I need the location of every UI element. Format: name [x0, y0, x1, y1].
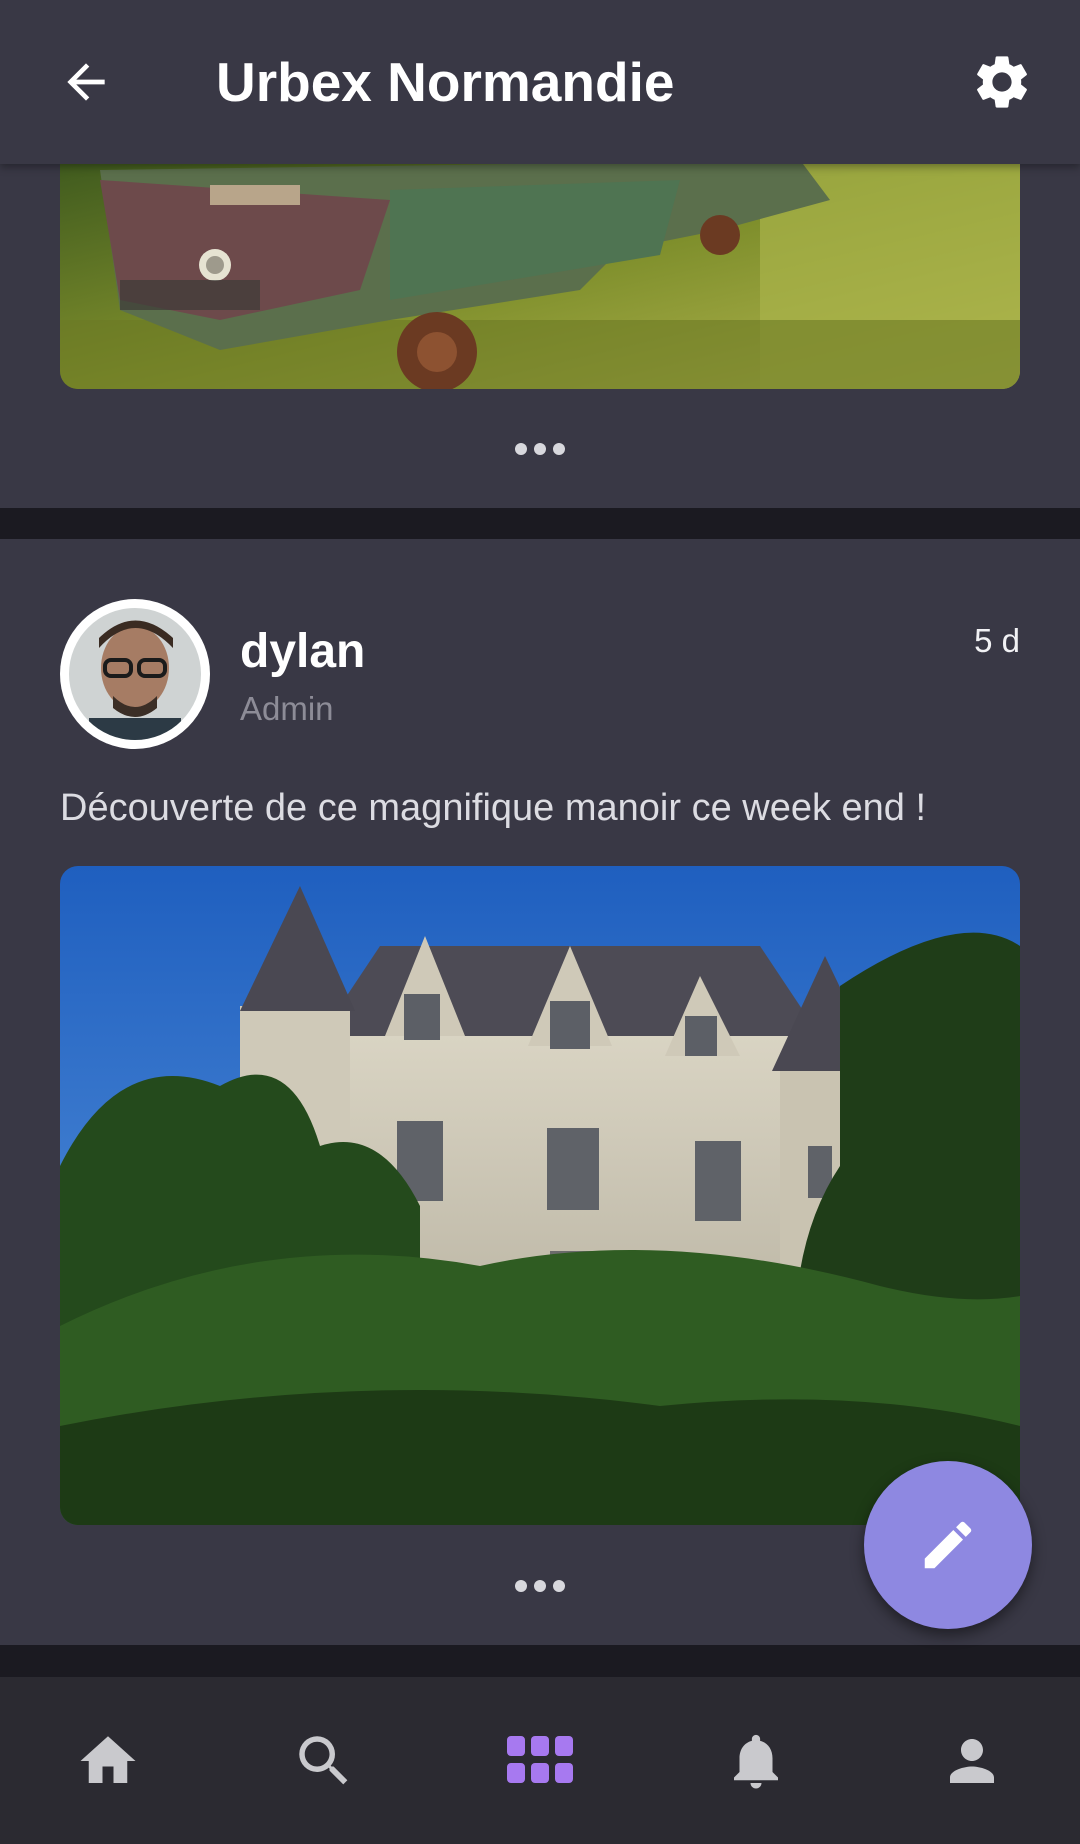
avatar-portrait-image — [69, 608, 201, 740]
dot — [534, 1580, 546, 1592]
author-avatar[interactable] — [60, 599, 210, 749]
person-icon — [950, 1738, 994, 1783]
bottom-navigation — [0, 1677, 1080, 1844]
dot — [515, 1580, 527, 1592]
settings-button[interactable] — [964, 44, 1040, 120]
home-icon — [80, 1735, 136, 1783]
dot — [553, 443, 565, 455]
back-button[interactable] — [50, 46, 122, 118]
app-bar: Urbex Normandie — [0, 0, 1080, 164]
nav-home[interactable] — [0, 1677, 216, 1844]
arrow-back-icon — [67, 63, 105, 101]
app-screen: dylan Admin 5 d Découverte de ce magnifi… — [0, 0, 1080, 1844]
dot — [534, 443, 546, 455]
post-image[interactable] — [60, 866, 1020, 1525]
post-image[interactable] — [60, 160, 1020, 389]
pencil-icon — [924, 1521, 972, 1569]
more-options-button[interactable] — [500, 427, 580, 471]
nav-search[interactable] — [216, 1677, 432, 1844]
nav-notifications[interactable] — [648, 1677, 864, 1844]
page-title: Urbex Normandie — [216, 51, 675, 113]
dot — [515, 443, 527, 455]
post-timestamp: 5 d — [974, 622, 1020, 659]
manor-photo — [60, 866, 1020, 1525]
nav-profile[interactable] — [864, 1677, 1080, 1844]
compose-post-button[interactable] — [864, 1461, 1032, 1629]
dot — [553, 1580, 565, 1592]
search-icon — [299, 1735, 348, 1784]
grid-icon — [507, 1735, 573, 1783]
bell-icon — [734, 1734, 778, 1788]
post-text: Découverte de ce magnifique manoir ce we… — [60, 787, 927, 829]
gear-icon — [977, 56, 1027, 108]
nav-groups[interactable] — [432, 1677, 648, 1844]
more-options-button[interactable] — [500, 1564, 580, 1608]
abandoned-jeep-photo — [60, 160, 1020, 389]
author-name[interactable]: dylan — [240, 624, 365, 680]
author-role: Admin — [240, 690, 334, 727]
